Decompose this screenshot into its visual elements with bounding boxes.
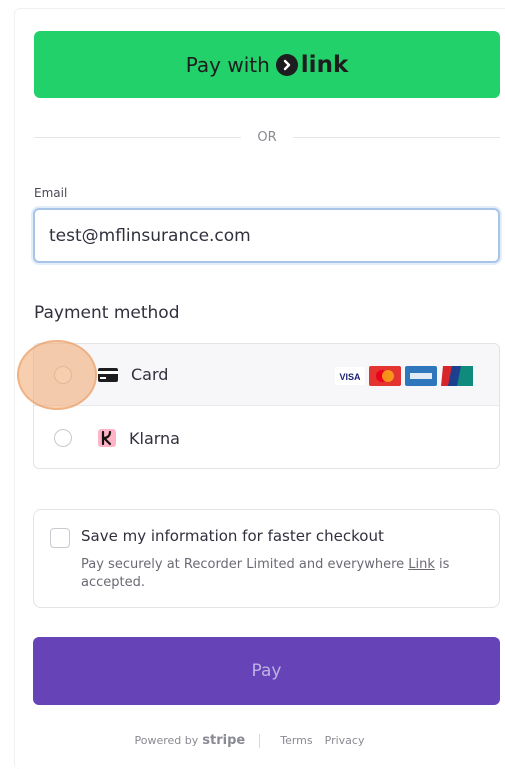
pay-with-link-button[interactable]: Pay with link [34,31,500,98]
divider-line-left [34,136,242,138]
link-arrow-icon [275,53,298,76]
payment-option-klarna[interactable]: Klarna [34,407,499,468]
amex-icon [405,366,437,386]
save-info-box: Save my information for faster checkout … [33,509,500,608]
privacy-link[interactable]: Privacy [325,734,365,747]
stripe-logo: stripe [202,733,246,748]
or-divider: OR [34,127,501,147]
divider-line-right [292,136,501,138]
email-input[interactable] [33,208,500,263]
klarna-icon [98,429,116,447]
payment-method-list: Card VISA Klarna [33,343,500,469]
mastercard-icon [369,366,401,386]
visa-text: VISA [339,372,361,382]
payment-method-title: Payment method [34,303,180,323]
footer-separator [259,733,261,748]
terms-link[interactable]: Terms [280,734,312,747]
klarna-label: Klarna [129,428,180,448]
save-info-checkbox[interactable] [50,528,70,548]
unionpay-icon [441,366,473,386]
link-brand-text: link [300,51,349,78]
save-info-description: Pay securely at Recorder Limited and eve… [81,556,486,592]
card-label: Card [131,365,169,384]
credit-card-icon [98,367,118,382]
link-text-link[interactable]: Link [408,557,435,572]
card-radio[interactable] [54,365,72,384]
or-text: OR [257,129,277,145]
link-button-label: Pay with [185,52,270,77]
klarna-radio[interactable] [54,429,72,447]
footer: Powered by stripe Terms Privacy [0,733,505,748]
visa-icon: VISA [335,367,365,385]
save-info-title: Save my information for faster checkout [81,527,384,545]
card-brand-logos: VISA [335,366,473,386]
powered-by-text: Powered by [134,734,199,747]
save-desc-before: Pay securely at Recorder Limited and eve… [81,557,409,572]
payment-option-card[interactable]: Card VISA [34,344,499,406]
pay-button[interactable]: Pay [33,637,500,705]
link-logo: link [275,51,349,78]
email-label: Email [34,186,68,200]
